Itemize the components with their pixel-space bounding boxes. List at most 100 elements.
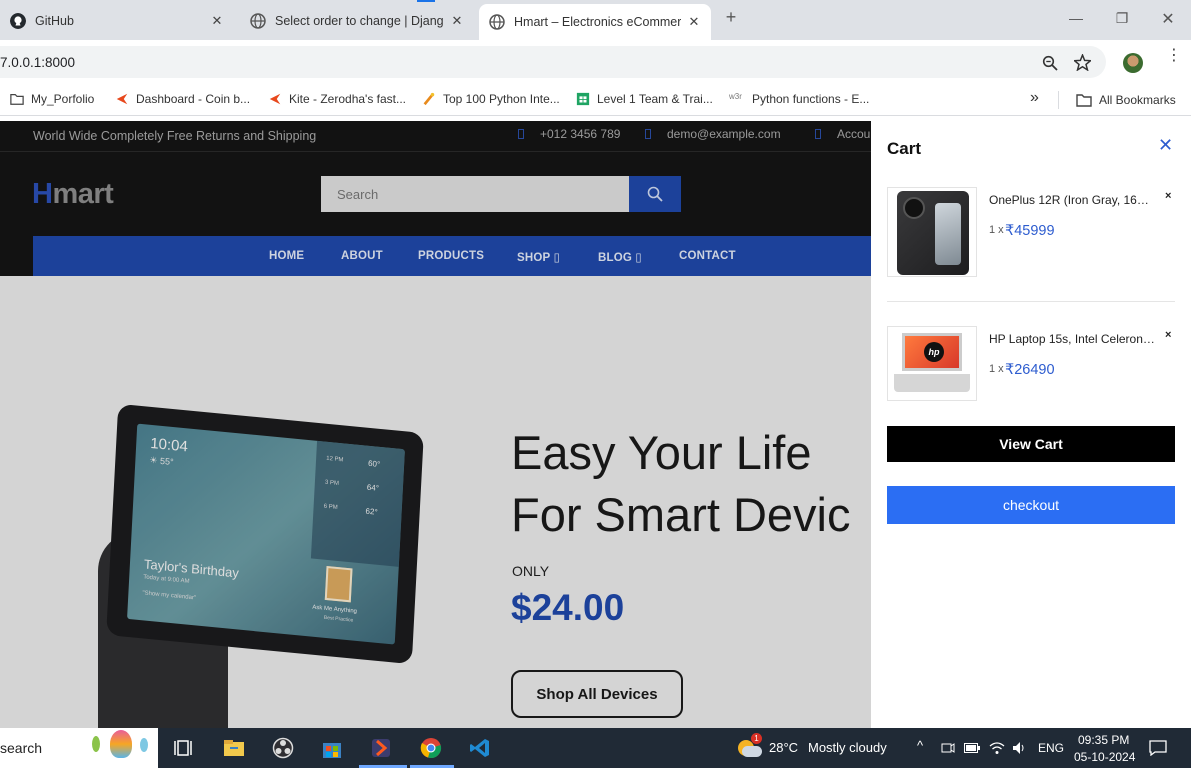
tab-django-admin[interactable]: Select order to change | Django ✕ — [240, 6, 474, 36]
cart-item-price: ₹26490 — [1005, 362, 1055, 378]
nav-blog[interactable]: BLOG ▯ — [598, 250, 642, 264]
smart-display-image: 10:04 ☀ 55° 12 PM 60° 3 PM 64° 6 PM 62° … — [106, 403, 424, 665]
bookmark-item[interactable]: Level 1 Team & Trai... — [576, 92, 713, 106]
remove-item-button[interactable]: × — [1165, 190, 1171, 202]
nav-shop[interactable]: SHOP ▯ — [517, 250, 560, 264]
task-view-icon[interactable] — [174, 737, 196, 759]
new-tab-button[interactable]: + — [721, 7, 741, 28]
search-button[interactable] — [629, 176, 681, 212]
volume-icon[interactable] — [1012, 741, 1027, 755]
bookmarks-overflow-button[interactable]: » — [1030, 89, 1039, 107]
vscode-icon[interactable] — [469, 737, 491, 759]
cart-close-button[interactable]: ✕ — [1158, 135, 1173, 156]
bookmark-item[interactable]: w3r Python functions - E... — [729, 92, 869, 106]
window-close-button[interactable]: ✕ — [1158, 9, 1178, 29]
divider — [1058, 91, 1059, 109]
weather-icon[interactable]: 1 — [736, 733, 762, 758]
view-cart-button[interactable]: View Cart — [887, 426, 1175, 462]
file-explorer-icon[interactable] — [223, 737, 245, 759]
tab-hmart[interactable]: Hmart – Electronics eCommerce ✕ — [479, 4, 711, 40]
balloon-icon — [140, 738, 148, 752]
product-thumbnail[interactable] — [887, 187, 977, 277]
webpage: World Wide Completely Free Returns and S… — [0, 121, 871, 728]
photo-thumbnail — [324, 565, 353, 603]
device-event-sub: Today at 9:00 AM — [143, 574, 190, 585]
chrome-icon[interactable] — [420, 737, 442, 759]
forecast-temp: 64° — [366, 482, 380, 493]
nav-about[interactable]: ABOUT — [341, 250, 383, 262]
bookmark-item[interactable]: My_Porfolio — [10, 92, 94, 106]
obs-icon[interactable] — [272, 737, 294, 759]
bookmark-label: Kite - Zerodha's fast... — [289, 92, 407, 106]
minimize-button[interactable]: — — [1066, 10, 1086, 26]
all-bookmarks-button[interactable]: All Bookmarks — [1076, 92, 1176, 108]
shop-all-devices-label: Shop All Devices — [536, 685, 658, 703]
account-link[interactable]: Accou — [837, 127, 870, 141]
sheet-icon — [576, 92, 590, 106]
search-input[interactable] — [321, 176, 629, 212]
product-thumbnail[interactable]: hp — [887, 326, 977, 401]
wifi-icon[interactable] — [989, 741, 1005, 755]
notification-icon[interactable] — [1149, 740, 1167, 756]
python-icon — [423, 92, 435, 106]
device-ask-sub: Best Practice — [323, 614, 354, 624]
app-icon[interactable] — [370, 737, 392, 759]
clock-date[interactable]: 05-10-2024 — [1074, 750, 1135, 764]
cart-item-name[interactable]: HP Laptop 15s, Intel Celeron N4500 — [989, 332, 1155, 346]
tab-label: GitHub — [35, 14, 74, 28]
taskbar-search-text: search — [0, 740, 43, 756]
restore-button[interactable]: ❐ — [1112, 10, 1132, 27]
zoom-icon[interactable] — [1042, 55, 1058, 71]
nav-home[interactable]: HOME — [269, 250, 304, 262]
chevron-up-icon[interactable]: ^ — [917, 738, 923, 753]
hp-logo: hp — [924, 342, 944, 362]
bookmark-item[interactable]: Kite - Zerodha's fast... — [268, 92, 406, 106]
bookmark-item[interactable]: Dashboard - Coin b... — [115, 92, 250, 106]
tab-label: Select order to change | Django — [275, 14, 444, 28]
battery-icon[interactable] — [964, 742, 980, 754]
main-nav: HOME ABOUT PRODUCTS SHOP ▯ BLOG ▯ CONTAC… — [33, 236, 871, 276]
email-text[interactable]: demo@example.com — [667, 127, 781, 141]
cart-item-name[interactable]: OnePlus 12R (Iron Gray, 16GB RAM, 256GB … — [989, 193, 1155, 207]
laptop-keyboard — [894, 374, 970, 392]
clock-time[interactable]: 09:35 PM — [1078, 733, 1129, 747]
site-logo[interactable]: Hmart — [32, 178, 114, 211]
shipping-text: World Wide Completely Free Returns and S… — [33, 129, 317, 143]
store-icon[interactable] — [321, 737, 343, 759]
hero-line-1: Easy Your Life — [511, 426, 812, 479]
url-input[interactable]: 7.0.0.1:8000 — [0, 46, 1106, 78]
bookmark-label: Level 1 Team & Trai... — [597, 92, 713, 106]
phone-screen — [935, 203, 961, 265]
nav-products[interactable]: PRODUCTS — [418, 250, 484, 262]
profile-avatar[interactable] — [1123, 53, 1143, 73]
bookmark-label: Dashboard - Coin b... — [136, 92, 251, 106]
bookmark-label: My_Porfolio — [31, 92, 95, 106]
cart-item: hp HP Laptop 15s, Intel Celeron N4500 1 … — [887, 326, 1175, 402]
close-icon[interactable]: ✕ — [450, 13, 464, 29]
forecast-time: 6 PM — [323, 503, 338, 511]
checkout-button[interactable]: checkout — [887, 486, 1175, 524]
search-icon — [647, 186, 663, 202]
temperature[interactable]: 28°C — [769, 740, 798, 755]
bookmark-item[interactable]: Top 100 Python Inte... — [422, 92, 560, 106]
kite-icon — [269, 93, 281, 105]
menu-icon[interactable]: ⋮ — [1166, 48, 1182, 64]
folder-icon — [10, 94, 24, 105]
hero-line-2: For Smart Devic — [511, 488, 851, 541]
phone-text[interactable]: +012 3456 789 — [540, 127, 620, 141]
nav-contact[interactable]: CONTACT — [679, 250, 736, 262]
bookmark-star-icon[interactable] — [1074, 54, 1091, 71]
cart-item-qty: 1 x — [989, 363, 1004, 375]
weather-text[interactable]: Mostly cloudy — [808, 740, 887, 755]
close-icon[interactable]: ✕ — [687, 14, 701, 30]
close-icon[interactable]: ✕ — [210, 13, 224, 29]
bookmarks-bar: My_Porfolio Dashboard - Coin b... Kite -… — [0, 84, 1191, 116]
phone-icon — [518, 129, 524, 139]
shop-all-devices-button[interactable]: Shop All Devices — [511, 670, 683, 718]
language-indicator[interactable]: ENG — [1038, 741, 1064, 755]
meet-now-icon[interactable] — [941, 741, 955, 755]
tab-github[interactable]: GitHub ✕ — [0, 6, 234, 36]
taskbar-search-box[interactable]: search — [0, 728, 158, 768]
account-icon — [815, 129, 821, 139]
remove-item-button[interactable]: × — [1165, 329, 1171, 341]
